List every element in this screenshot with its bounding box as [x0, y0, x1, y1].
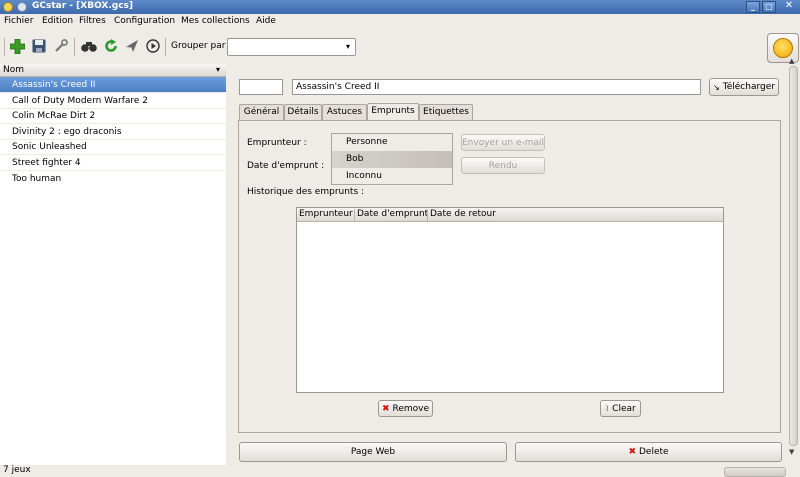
scrollbar-thumb[interactable] [789, 66, 798, 446]
list-item[interactable]: Colin McRae Dirt 2 [0, 108, 226, 124]
status-bar: 7 jeux [0, 465, 800, 477]
scroll-up-icon[interactable]: ▲ [789, 57, 794, 65]
list-item[interactable]: Too human [0, 171, 226, 187]
borrower-option[interactable]: Inconnu [332, 168, 452, 185]
clear-label: Clear [612, 403, 636, 414]
history-header: Emprunteur Date d'emprunt Date de retour [297, 208, 723, 222]
item-count: 7 jeux [3, 465, 31, 475]
borrower-label: Emprunteur : [247, 138, 307, 148]
column-divider [354, 209, 355, 221]
column-divider [427, 209, 428, 221]
download-button[interactable]: ↘ Télécharger [709, 78, 779, 96]
delete-icon: ✖ [628, 447, 636, 457]
add-icon[interactable] [9, 38, 25, 54]
chevron-down-icon: ▾ [215, 65, 220, 74]
menu-filtres[interactable]: Filtres [79, 16, 106, 26]
refresh-icon[interactable] [103, 38, 119, 54]
list-item[interactable]: Assassin's Creed II [0, 77, 226, 93]
history-table[interactable]: Emprunteur Date d'emprunt Date de retour [296, 207, 724, 393]
toolbar-separator [74, 38, 75, 56]
toolbar-separator [165, 38, 166, 56]
menu-bar: Fichier Edition Filtres Configuration Me… [0, 14, 800, 30]
tab-astuces[interactable]: Astuces [322, 104, 367, 120]
chevron-down-icon: ▾ [345, 42, 350, 51]
remove-label: Remove [392, 403, 430, 414]
column-name-header: Nom [3, 65, 25, 75]
menu-aide[interactable]: Aide [256, 16, 276, 26]
search-binoculars-icon[interactable] [81, 38, 97, 54]
menu-edition[interactable]: Edition [42, 16, 73, 26]
toolbar-handle [4, 38, 5, 56]
loan-date-label: Date d'emprunt : [247, 161, 325, 171]
tab-details[interactable]: Détails [284, 104, 322, 120]
broom-icon: ⌇ [605, 404, 610, 413]
column-loan-date[interactable]: Date d'emprunt [357, 209, 428, 219]
menu-fichier[interactable]: Fichier [4, 16, 33, 26]
menu-configuration[interactable]: Configuration [114, 16, 175, 26]
minimize-button[interactable]: _ [746, 1, 760, 13]
web-page-button[interactable]: Page Web [239, 442, 507, 462]
delete-button[interactable]: ✖ Delete [515, 442, 782, 462]
title-field[interactable]: Assassin's Creed II [292, 79, 701, 95]
list-item[interactable]: Call of Duty Modern Warfare 2 [0, 93, 226, 109]
borrower-option[interactable]: Personne [332, 134, 452, 151]
tab-emprunts[interactable]: Emprunts [367, 103, 419, 121]
history-label: Historique des emprunts : [247, 187, 365, 197]
window-title: GCstar - [XBOX.gcs] [32, 1, 134, 11]
toolbar: Grouper par ▾ [0, 30, 800, 64]
clear-button[interactable]: ⌇ Clear [600, 400, 641, 417]
remove-button[interactable]: ✖ Remove [378, 400, 433, 417]
smiley-icon [773, 38, 793, 58]
progress-area [724, 467, 786, 477]
group-by-select[interactable]: ▾ [227, 38, 356, 56]
download-icon: ↘ [713, 82, 720, 92]
tools-icon[interactable] [53, 38, 69, 54]
title-bar: GCstar - [XBOX.gcs] _ □ ✕ [0, 0, 800, 14]
borrower-option-selected[interactable]: Bob [332, 151, 452, 168]
play-icon[interactable] [145, 38, 161, 54]
menu-mes-collections[interactable]: Mes collections [181, 16, 250, 26]
maximize-button[interactable]: □ [762, 1, 776, 13]
list-item[interactable]: Divinity 2 : ego draconis [0, 124, 226, 140]
group-by-label: Grouper par [171, 41, 226, 51]
delete-label: Delete [638, 447, 669, 457]
app-icon[interactable] [3, 2, 13, 12]
vertical-scrollbar[interactable] [788, 66, 798, 446]
list-header[interactable]: Nom ▾ [0, 64, 226, 77]
download-label: Télécharger [722, 82, 775, 92]
pin-icon[interactable] [17, 2, 27, 12]
save-icon[interactable] [31, 38, 47, 54]
borrower-select[interactable]: Personne Bob Inconnu [331, 133, 453, 185]
id-field[interactable] [239, 79, 283, 95]
list-item[interactable]: Sonic Unleashed [0, 139, 226, 155]
list-item[interactable]: Street fighter 4 [0, 155, 226, 171]
tab-etiquettes[interactable]: Etiquettes [419, 104, 473, 120]
tab-general[interactable]: Général [239, 104, 284, 120]
scroll-down-icon[interactable]: ▼ [789, 448, 794, 456]
send-icon[interactable] [124, 38, 140, 54]
column-return-date[interactable]: Date de retour [430, 209, 496, 219]
column-borrower[interactable]: Emprunteur [299, 209, 353, 219]
game-list: Assassin's Creed II Call of Duty Modern … [0, 77, 226, 465]
send-email-button[interactable]: Envoyer un e-mail [461, 134, 545, 151]
remove-icon: ✖ [381, 403, 390, 414]
close-button[interactable]: ✕ [782, 1, 796, 13]
returned-button[interactable]: Rendu [461, 157, 545, 174]
